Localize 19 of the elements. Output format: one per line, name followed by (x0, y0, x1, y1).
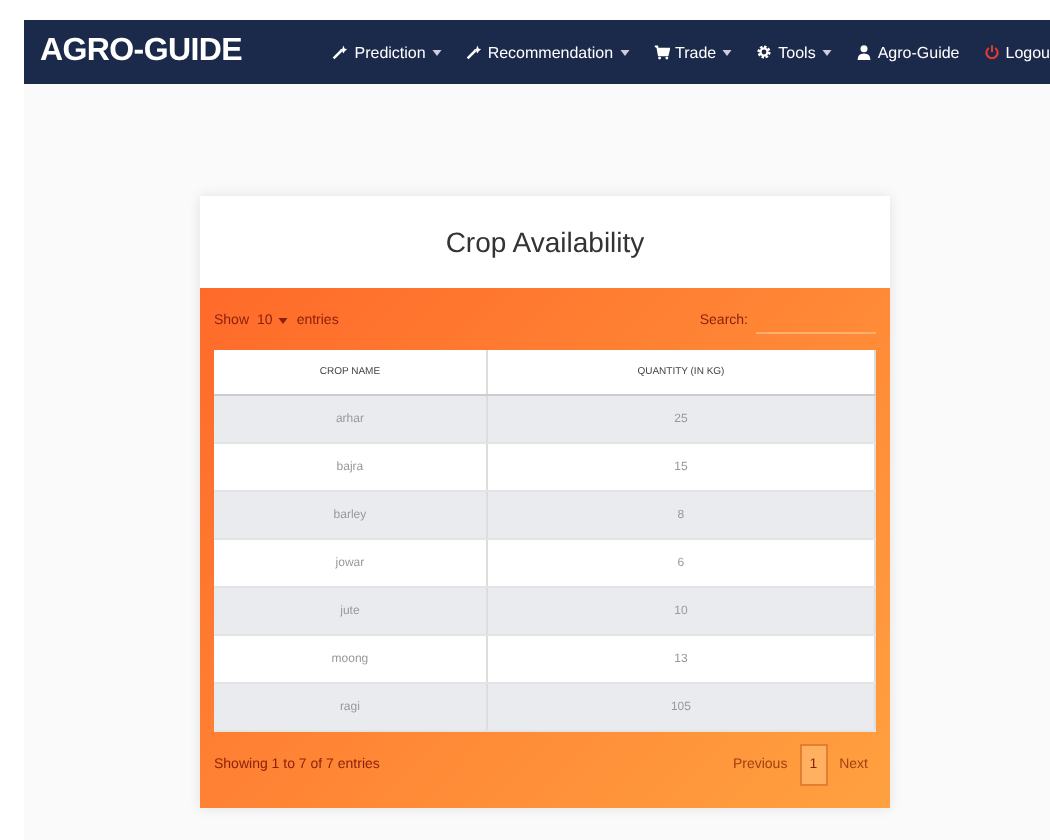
wand-icon (332, 44, 349, 60)
nav-link[interactable]: Agro-Guide (855, 43, 960, 61)
nav-link[interactable]: Trade (653, 43, 733, 61)
caret-icon (821, 49, 832, 55)
wand-icon (465, 44, 482, 60)
caret-icon (722, 49, 733, 55)
card-title: Crop Availability (445, 226, 645, 258)
caret-icon (431, 49, 442, 55)
cart-icon (653, 44, 670, 60)
power-icon (983, 44, 1000, 60)
user-icon (855, 44, 872, 60)
nav-link[interactable]: Tools (756, 43, 832, 61)
caret-icon (619, 49, 630, 55)
nav-link[interactable]: Logou (983, 43, 1050, 61)
nav-link[interactable]: Prediction (332, 43, 442, 61)
caret-icon (278, 318, 289, 324)
brand-logo[interactable]: AGRO-GUIDE (40, 34, 243, 70)
nav-link[interactable]: Recommendation (465, 43, 630, 61)
settings-icon (756, 44, 773, 60)
